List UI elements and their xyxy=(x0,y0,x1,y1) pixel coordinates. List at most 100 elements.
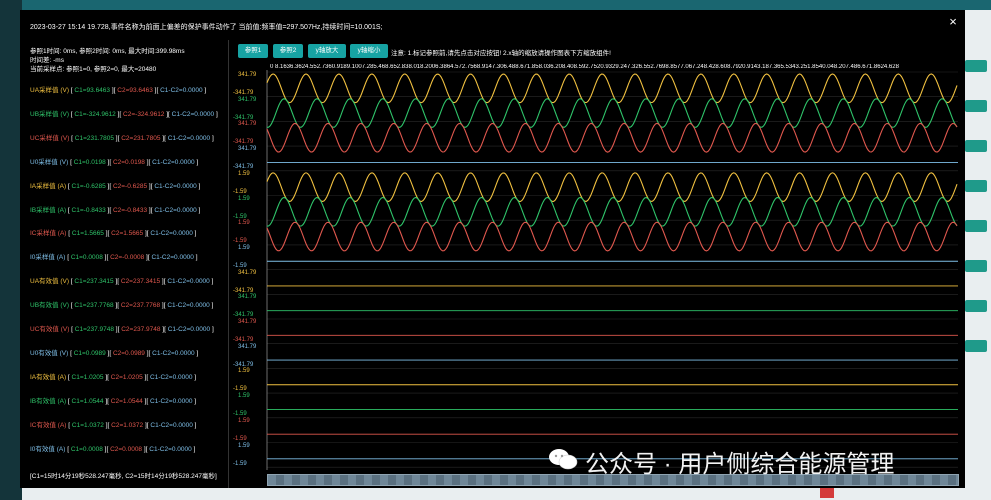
y-tick-label: 341.79 xyxy=(238,343,257,350)
channel-name: UC有效值 (V) xyxy=(30,326,70,333)
bracket: ][ xyxy=(105,158,113,166)
channel-c1-value: C1=1.0205 xyxy=(71,373,104,381)
y-tick-label: 1.59 xyxy=(238,195,250,202)
y-tick-label: 341.79 xyxy=(238,121,257,128)
y-tick-label: 341.79 xyxy=(238,72,257,78)
y-tick-label: -1.59 xyxy=(233,460,247,467)
channel-name: U0采样值 (V) xyxy=(30,158,69,166)
channel-name: I0采样值 (A) xyxy=(30,254,66,262)
background-button xyxy=(965,260,987,272)
channel-c2-value: C2=1.5665 xyxy=(111,230,144,238)
background-button xyxy=(965,180,987,192)
panel-divider xyxy=(228,40,229,488)
wechat-icon xyxy=(549,449,578,470)
close-icon[interactable]: × xyxy=(945,14,961,30)
channel-name: IA采样值 (A) xyxy=(30,182,67,190)
background-badge xyxy=(820,488,834,498)
channel-c2-value: C2=237.3415 xyxy=(120,278,161,286)
y-tick-label: -341.79 xyxy=(233,90,254,96)
y-zoom-in-button[interactable]: y轴放大 xyxy=(308,44,346,58)
waveform-trace xyxy=(266,196,958,227)
channel-row: IC采样值 (A) [ C1=1.5665 ][ C2=1.5665 ][ C1… xyxy=(30,227,196,237)
channel-c2-value: C2=-0.6285 xyxy=(112,182,148,190)
channel-diff-value: C1-C2=0.0000 xyxy=(149,445,192,453)
channel-diff-value: C1-C2=0.0000 xyxy=(152,349,195,357)
channel-c2-value: C2=237.7768 xyxy=(120,302,161,310)
channel-name: IC有效值 (A) xyxy=(30,421,67,429)
bracket: ] xyxy=(214,110,218,118)
y-tick-label: 341.79 xyxy=(238,146,257,153)
channel-row: UB有效值 (V) [ C1=237.7768 ][ C2=237.7768 ]… xyxy=(30,299,213,309)
bracket: ] xyxy=(193,254,198,262)
bracket: ] xyxy=(196,182,201,190)
channel-c2-value: C2=0.0989 xyxy=(112,349,145,357)
y-tick-label: -1.59 xyxy=(233,238,247,245)
channel-row: UB采样值 (V) [ C1=-324.9612 ][ C2=-324.9612… xyxy=(30,108,218,118)
channel-name: UB采样值 (V) xyxy=(30,110,69,118)
channel-c2-value: C2=0.0008 xyxy=(110,445,143,453)
y-tick-label: -1.59 xyxy=(233,188,247,195)
sample-point: 当前采样点: 参照1=0, 参照2=0, 最大=20480 xyxy=(30,66,157,73)
bracket: ][ xyxy=(160,134,168,142)
usage-note: 注意: 1.标记参照前,请先点击对应按钮! 2.x轴的缩放请操作图表下方缩放组件… xyxy=(391,50,611,57)
waveform-trace xyxy=(266,98,958,128)
bracket: ] xyxy=(209,278,214,286)
bracket: ] xyxy=(194,158,199,166)
bracket: ] xyxy=(209,302,214,310)
channel-diff-value: C1-C2=0.0000 xyxy=(167,134,211,142)
channel-row: IA采样值 (A) [ C1=-0.6285 ][ C2=-0.6285 ][ … xyxy=(30,180,200,190)
background-button xyxy=(965,340,987,352)
waveform-plot[interactable] xyxy=(230,70,960,472)
channel-name: I0有效值 (A) xyxy=(30,445,66,453)
channel-row: UC有效值 (V) [ C1=237.9748 ][ C2=237.9748 ]… xyxy=(30,323,214,333)
channel-row: I0有效值 (A) [ C1=0.0008 ][ C2=0.0008 ][ C1… xyxy=(30,443,195,453)
bracket: ] xyxy=(192,373,197,381)
bracket: ][ xyxy=(105,206,113,214)
background-header xyxy=(0,0,991,10)
channel-c1-value: C1=1.0372 xyxy=(71,421,104,429)
background-button xyxy=(965,100,987,112)
channel-diff-value: C1-C2=0.0000 xyxy=(167,278,210,286)
bracket: ] xyxy=(202,87,207,94)
waveform-trace xyxy=(266,172,958,203)
y-tick-label: 1.59 xyxy=(238,393,250,400)
channel-row: U0采样值 (V) [ C1=0.0198 ][ C2=0.0198 ][ C1… xyxy=(30,156,198,166)
bracket: ] xyxy=(196,206,201,214)
channel-name: U0有效值 (V) xyxy=(30,349,69,357)
channel-c1-value: C1=0.0008 xyxy=(70,445,103,453)
y-tick-label: 1.59 xyxy=(238,244,250,251)
bracket: ][ xyxy=(102,254,111,262)
channel-row: UA有效值 (V) [ C1=237.3415 ][ C2=237.3415 ]… xyxy=(30,275,213,285)
channel-diff-value: C1-C2=0.0000 xyxy=(151,254,194,262)
channel-c1-value: C1=237.9748 xyxy=(74,326,114,333)
channel-diff-value: C1-C2=0.0000 xyxy=(154,206,197,214)
bracket: ] xyxy=(192,397,197,405)
channel-row: IA有效值 (A) [ C1=1.0205 ][ C2=1.0205 ][ C1… xyxy=(30,371,196,381)
bracket: ][ xyxy=(103,397,111,405)
ref1-button[interactable]: 参照1 xyxy=(238,44,268,58)
channel-c1-value: C1=1.5665 xyxy=(71,230,104,238)
bracket: ] xyxy=(192,230,197,238)
channel-c1-value: C1=237.7768 xyxy=(74,302,114,310)
bracket: ] xyxy=(210,326,214,333)
cursor-time-readout: [C1=15时14分19秒528.247毫秒, C2=15时14分19秒528.… xyxy=(30,473,217,480)
channel-name: UB有效值 (V) xyxy=(30,302,69,310)
channel-diff-value: C1-C2=0.0000 xyxy=(160,87,203,94)
y-zoom-out-button[interactable]: y轴缩小 xyxy=(350,44,388,58)
y-tick-label: -1.59 xyxy=(233,213,247,220)
channel-diff-value: C1-C2=0.0000 xyxy=(150,421,193,429)
channel-diff-value: C1-C2=0.0000 xyxy=(150,230,193,238)
channel-c1-value: C1=-0.8433 xyxy=(71,206,106,214)
ref2-button[interactable]: 参照2 xyxy=(273,44,303,58)
waveform-dialog: × 2023-03-27 15:14 19.728,事件名称为前面上偏差的保护事… xyxy=(20,10,965,488)
bracket: ] xyxy=(194,349,199,357)
channel-name: UA有效值 (V) xyxy=(30,278,69,286)
channel-c1-value: C1=0.0008 xyxy=(70,254,103,262)
dialog-title: 2023-03-27 15:14 19.728,事件名称为前面上偏差的保护事件动… xyxy=(30,24,383,31)
bracket: ][ xyxy=(105,182,113,190)
y-tick-label: -341.79 xyxy=(233,114,254,121)
channel-diff-value: C1-C2=0.0000 xyxy=(167,326,211,333)
waveform-trace xyxy=(266,73,958,104)
bracket: ][ xyxy=(115,110,124,118)
y-tick-label: 341.79 xyxy=(238,96,257,103)
